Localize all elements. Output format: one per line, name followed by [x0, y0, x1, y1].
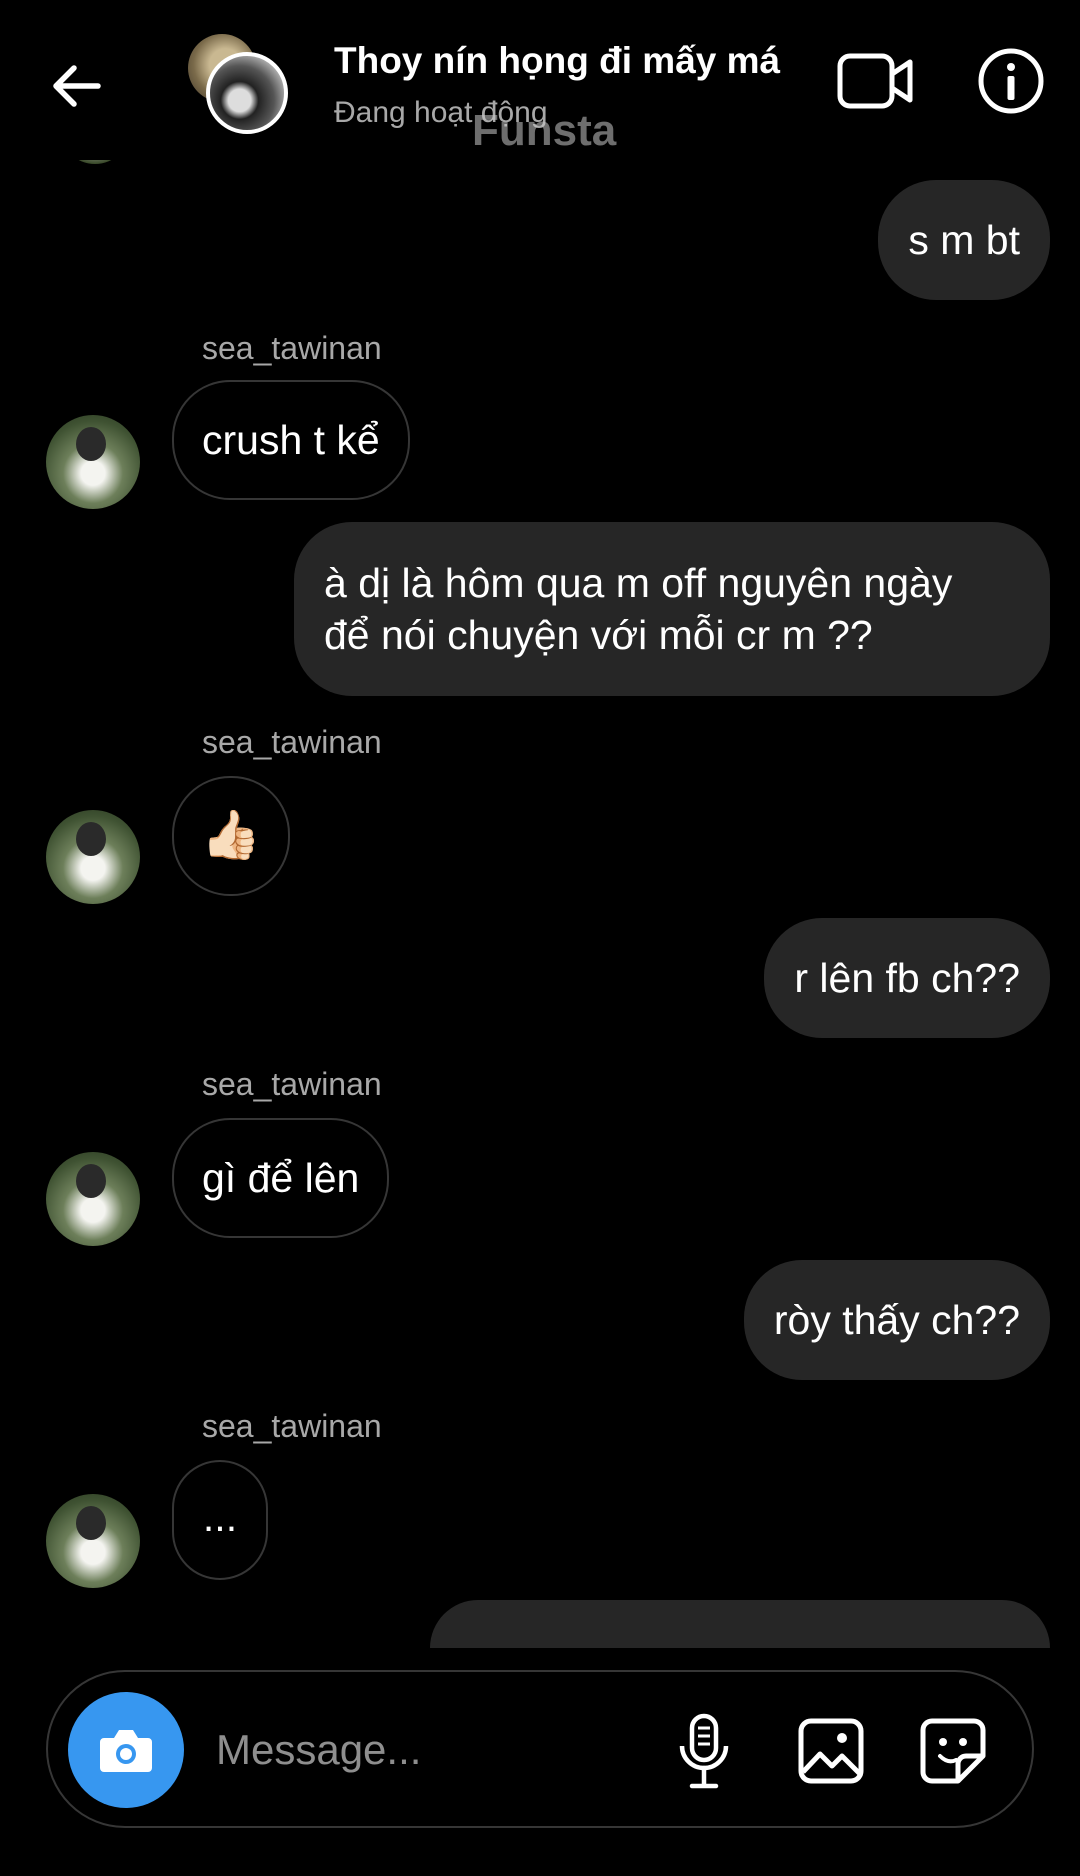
gallery-button[interactable]: [796, 1716, 866, 1786]
message-line: à dị là hôm qua m off nguyên ngày: [324, 560, 953, 606]
message-text: crush t kể: [202, 417, 380, 463]
message-text: ròy thấy ch??: [773, 1297, 1020, 1343]
sender-avatar[interactable]: [46, 1494, 140, 1588]
message-bubble-outgoing[interactable]: r lên fb ch??: [764, 918, 1050, 1038]
sender-avatar[interactable]: [46, 1152, 140, 1246]
camera-button[interactable]: [68, 1692, 184, 1808]
group-avatar[interactable]: [188, 34, 288, 134]
message-text: r lên fb ch??: [794, 955, 1020, 1001]
camera-icon: [100, 1730, 152, 1772]
thumbs-up-emoji: 👍🏻: [201, 809, 261, 862]
message-input[interactable]: [216, 1720, 676, 1780]
message-text: s m bt: [908, 217, 1020, 263]
sticker-icon: [920, 1718, 986, 1784]
message-text: ...: [202, 1494, 238, 1540]
arrow-left-icon: [53, 65, 101, 107]
message-bubble-outgoing[interactable]: ròy thấy ch??: [743, 1260, 1050, 1380]
video-camera-icon: [837, 53, 913, 109]
sender-name: sea_tawinan: [202, 724, 382, 760]
watermark-text: Funsta: [472, 106, 617, 155]
image-icon: [798, 1718, 864, 1784]
info-button[interactable]: [976, 46, 1046, 116]
voice-message-button[interactable]: [674, 1712, 734, 1792]
message-bubble-incoming[interactable]: 👍🏻: [172, 776, 290, 896]
sender-avatar[interactable]: [46, 415, 140, 509]
back-button[interactable]: [40, 50, 112, 122]
message-bubble-incoming[interactable]: gì để lên: [172, 1118, 390, 1238]
message-line: để nói chuyện với mỗi cr m ??: [324, 612, 873, 658]
microphone-icon: [679, 1713, 729, 1789]
chat-header: Thoy nín họng đi mấy má Đang hoạt động F…: [0, 0, 1080, 160]
info-icon: [978, 48, 1044, 114]
sender-name: sea_tawinan: [202, 330, 382, 366]
member-avatar-front: [206, 52, 288, 134]
message-bubble-outgoing[interactable]: à dị là hôm qua m off nguyên ngày để nói…: [294, 522, 1050, 696]
sender-name: sea_tawinan: [202, 1408, 382, 1444]
sender-avatar[interactable]: [46, 810, 140, 904]
chat-title[interactable]: Thoy nín họng đi mấy má: [334, 40, 780, 82]
sticker-button[interactable]: [918, 1716, 988, 1786]
message-bubble-incoming[interactable]: crush t kể: [172, 380, 410, 500]
message-bubble-outgoing-partial[interactable]: [430, 1600, 1050, 1648]
sender-name: sea_tawinan: [202, 1066, 382, 1102]
message-text: gì để lên: [202, 1155, 360, 1201]
video-call-button[interactable]: [836, 48, 916, 114]
message-bubble-incoming[interactable]: ...: [172, 1460, 268, 1580]
message-bubble-outgoing[interactable]: s m bt: [878, 180, 1050, 300]
message-composer: [46, 1670, 1034, 1828]
